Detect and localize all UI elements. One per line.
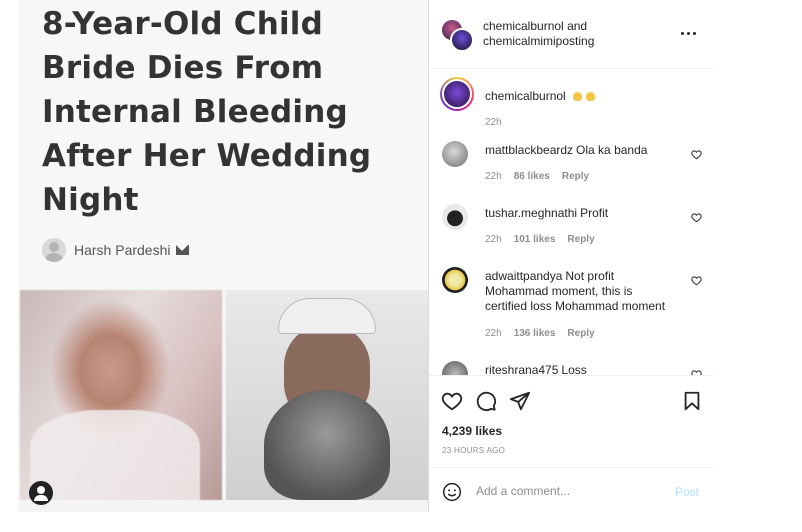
article-headline: 8-Year-Old Child Bride Dies From Interna… xyxy=(42,6,372,218)
comment-text: riteshrana475 Loss xyxy=(485,363,675,375)
tagged-user-icon[interactable] xyxy=(29,481,53,505)
coauthor-avatar[interactable] xyxy=(450,28,474,52)
comment-time: 22h xyxy=(485,234,502,245)
comment-body: Loss xyxy=(561,363,587,375)
author-avatar-icon xyxy=(42,238,66,262)
caption-username[interactable]: chemicalburnol xyxy=(485,89,566,103)
comment-meta: 22h 101 likes Reply xyxy=(485,234,595,245)
commenter-avatar[interactable] xyxy=(442,141,468,167)
coauthor-username[interactable]: chemicalmimiposting xyxy=(483,34,594,48)
comment-likes[interactable]: 101 likes xyxy=(514,234,556,245)
likes-count[interactable]: 4,239 likes xyxy=(442,424,502,438)
heart-icon[interactable] xyxy=(691,149,702,160)
beard-shape xyxy=(264,390,390,500)
comment-bubble-icon[interactable] xyxy=(475,390,497,412)
comment-text: tushar.meghnathi Profit xyxy=(485,206,675,221)
reply-button[interactable]: Reply xyxy=(567,328,594,339)
comment-body: Ola ka banda xyxy=(576,143,648,157)
instagram-post-window: 8-Year-Old Child Bride Dies From Interna… xyxy=(0,0,802,532)
commenter-avatar[interactable] xyxy=(442,204,468,230)
caption-meta: 22h xyxy=(485,117,502,128)
author-username[interactable]: chemicalburnol xyxy=(483,19,564,33)
reply-button[interactable]: Reply xyxy=(562,171,589,182)
post-timestamp: 23 HOURS AGO xyxy=(442,446,506,455)
reply-button[interactable]: Reply xyxy=(567,234,594,245)
commenter-avatar[interactable] xyxy=(442,267,468,293)
post-sidebar: chemicalburnol and chemicalmimiposting c… xyxy=(429,0,714,512)
comment-username[interactable]: adwaittpandya xyxy=(485,269,562,283)
post-header: chemicalburnol and chemicalmimiposting xyxy=(429,0,714,69)
add-comment-bar: Post xyxy=(429,467,714,513)
comment-input[interactable] xyxy=(476,482,656,500)
share-send-icon[interactable] xyxy=(509,390,531,412)
comment-username[interactable]: mattblackbeardz xyxy=(485,143,573,157)
hands-emoji-icon xyxy=(585,92,595,102)
article-screenshot: 8-Year-Old Child Bride Dies From Interna… xyxy=(18,0,428,290)
post-actions: 4,239 likes 23 HOURS AGO xyxy=(429,375,714,468)
comment-body: Profit xyxy=(580,206,609,220)
comments-list[interactable]: chemicalburnol 22h mattblackbeardz Ola ka… xyxy=(429,69,714,375)
post-button[interactable]: Post xyxy=(675,485,699,499)
bookmark-icon[interactable] xyxy=(681,390,703,412)
emoji-smiley-icon[interactable] xyxy=(442,482,462,502)
author-name: Harsh Pardeshi xyxy=(74,242,171,258)
mail-icon xyxy=(175,245,189,255)
blurred-photo xyxy=(20,290,222,500)
author-connector: and xyxy=(567,19,588,33)
caption-avatar[interactable] xyxy=(440,77,474,111)
commenter-avatar[interactable] xyxy=(442,361,468,375)
like-heart-icon[interactable] xyxy=(441,390,463,412)
post-image[interactable]: 8-Year-Old Child Bride Dies From Interna… xyxy=(18,0,428,512)
comment-meta: 22h 86 likes Reply xyxy=(485,171,589,182)
caption-text: chemicalburnol xyxy=(485,89,675,104)
hands-emoji-icon xyxy=(572,92,582,102)
comment-time: 22h xyxy=(485,328,502,339)
article-byline: Harsh Pardeshi xyxy=(42,238,189,262)
man-photo xyxy=(226,290,428,500)
heart-icon[interactable] xyxy=(691,212,702,223)
comment-time: 22h xyxy=(485,171,502,182)
heart-icon[interactable] xyxy=(691,275,702,286)
cap-shape xyxy=(278,298,376,334)
comment-likes[interactable]: 136 likes xyxy=(514,328,556,339)
comment-username[interactable]: riteshrana475 xyxy=(485,363,558,375)
caption-time: 22h xyxy=(485,117,502,128)
veil-shape xyxy=(30,410,200,500)
comment-username[interactable]: tushar.meghnathi xyxy=(485,206,577,220)
post-authors: chemicalburnol and chemicalmimiposting xyxy=(483,19,594,49)
comment-meta: 22h 136 likes Reply xyxy=(485,328,595,339)
comment-likes[interactable]: 86 likes xyxy=(514,171,550,182)
more-options-icon[interactable] xyxy=(681,32,697,36)
comment-text: adwaittpandya Not profit Mohammad moment,… xyxy=(485,269,675,314)
comment-text: mattblackbeardz Ola ka banda xyxy=(485,143,675,158)
